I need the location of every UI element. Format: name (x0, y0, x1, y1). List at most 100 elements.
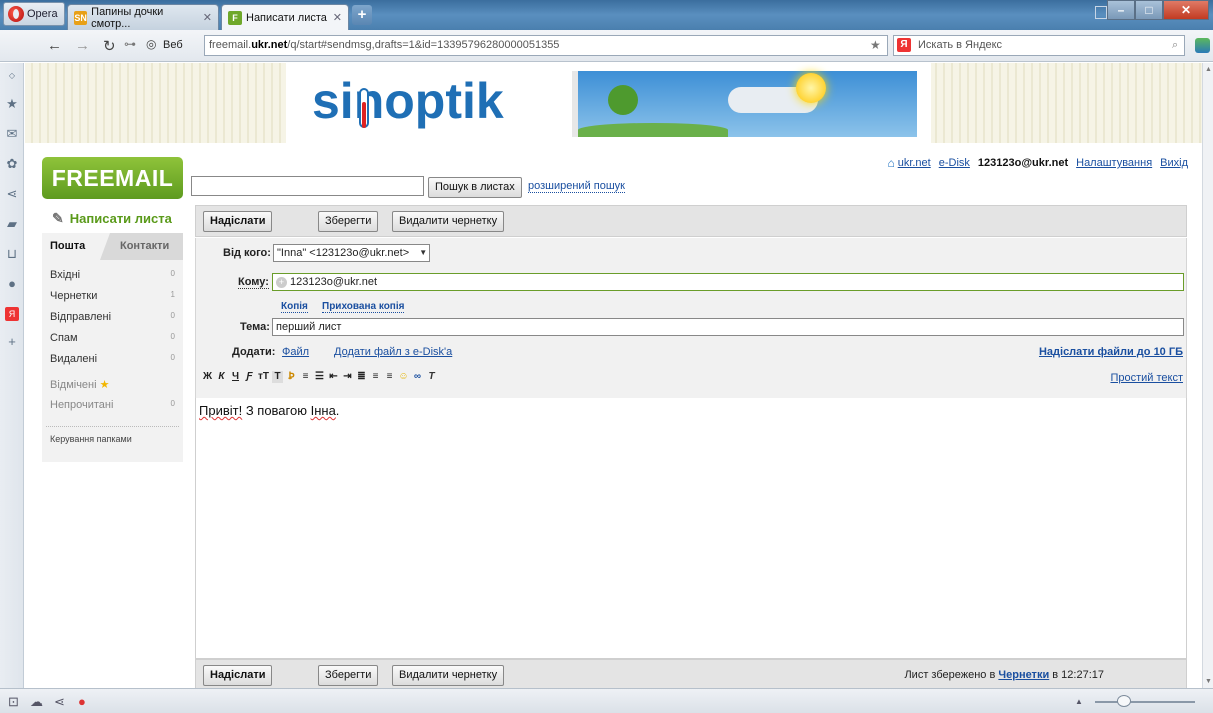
url-field[interactable]: freemail.ukr.net/q/start#sendmsg,drafts=… (204, 35, 888, 56)
folder-marked[interactable]: Відмічені ★ (42, 378, 183, 399)
bookmarks-star-icon[interactable]: ★ (5, 97, 19, 111)
clear-format-icon[interactable]: T (426, 371, 437, 383)
sinoptik-banner[interactable]: sinoptik (25, 63, 1202, 143)
bold-icon[interactable]: Ж (202, 371, 213, 383)
browser-tab-1[interactable]: SN Папины дочки смотр... ✕ (67, 4, 219, 30)
attach-edisk-link[interactable]: Додати файл з e-Disk'a (334, 346, 452, 358)
align-left-icon[interactable]: ≣ (356, 371, 367, 383)
delete-draft-button[interactable]: Видалити чернетку (392, 211, 505, 232)
mail-search-button[interactable]: Пошук в листах (428, 177, 522, 198)
home-link[interactable]: ukr.net (898, 157, 931, 169)
highlight-icon[interactable]: Ꝧ (286, 371, 297, 383)
advanced-search-link[interactable]: розширений пошук (528, 180, 625, 193)
manage-folders-link[interactable]: Керування папками (42, 427, 183, 451)
search-icon[interactable]: ⌕ (1172, 39, 1178, 52)
tab-contacts[interactable]: Контакти (100, 233, 183, 260)
ordered-list-icon[interactable]: ≡ (300, 371, 311, 383)
scroll-up-icon[interactable]: ▲ (1205, 66, 1212, 73)
reload-icon[interactable]: ↻ (103, 37, 116, 55)
zoom-arrow-icon[interactable]: ▲ (1075, 697, 1083, 706)
close-tab-icon[interactable]: ✕ (333, 11, 342, 24)
zoom-slider[interactable] (1095, 701, 1195, 703)
freemail-logo[interactable]: FREEMAIL (42, 157, 183, 199)
indent-icon[interactable]: ⇥ (342, 371, 353, 383)
history-clock-icon[interactable]: ● (5, 277, 19, 291)
opera-menu-button[interactable]: Opera (3, 2, 65, 26)
zoom-slider-knob[interactable] (1117, 695, 1131, 707)
to-field[interactable]: + 123123o@ukr.net (272, 273, 1184, 291)
panel-handle-icon[interactable]: ◇ (5, 69, 19, 83)
to-label[interactable]: Кому: (238, 276, 269, 289)
bcc-link[interactable]: Прихована копія (322, 301, 405, 313)
font-size-icon[interactable]: тT (258, 371, 269, 383)
notes-icon[interactable]: ▰ (5, 217, 19, 231)
close-tab-icon[interactable]: ✕ (203, 11, 212, 24)
align-right-icon[interactable]: ≡ (384, 371, 395, 383)
logout-link[interactable]: Вихід (1160, 157, 1188, 169)
forward-icon[interactable]: → (75, 37, 90, 54)
settings-gear-icon[interactable]: ✿ (5, 157, 19, 171)
text-color-icon[interactable]: T (272, 371, 283, 383)
link-icon[interactable]: ∞ (412, 371, 423, 383)
folder-sent[interactable]: Відправлені 0 (42, 311, 183, 332)
plain-text-link[interactable]: Простий текст (1110, 372, 1183, 384)
send-button-bottom[interactable]: Надіслати (203, 665, 273, 686)
upload-large-link[interactable]: Надіслати файли до 10 ГБ (1039, 346, 1183, 358)
tab-mail[interactable]: Пошта (42, 233, 100, 260)
unite-status-icon[interactable]: ⋖ (54, 694, 65, 710)
back-icon[interactable]: ← (47, 37, 62, 54)
font-icon[interactable]: Ƒ (244, 371, 255, 383)
edisk-link[interactable]: e-Disk (939, 157, 970, 169)
tab-favicon-icon: SN (74, 10, 88, 25)
from-select[interactable]: "Inna" <123123o@ukr.net> (273, 244, 431, 262)
underline-icon[interactable]: Ч (230, 371, 241, 383)
scroll-down-icon[interactable]: ▼ (1205, 678, 1212, 685)
close-window-button[interactable]: ✕ (1163, 0, 1209, 20)
align-center-icon[interactable]: ≡ (370, 371, 381, 383)
save-button[interactable]: Зберегти (318, 211, 379, 232)
new-tab-button[interactable]: + (352, 5, 372, 25)
opera-menu-label: Opera (27, 8, 58, 20)
cc-link[interactable]: Копія (281, 301, 308, 313)
maximize-button[interactable]: □ (1135, 0, 1163, 20)
search-engine-field[interactable]: Искать в Яндекс (893, 35, 1185, 56)
smiley-icon[interactable]: ☺ (398, 371, 409, 383)
save-button-bottom[interactable]: Зберегти (318, 665, 379, 686)
italic-icon[interactable]: К (216, 371, 227, 383)
home-icon[interactable]: ⌂ (887, 156, 894, 170)
settings-link[interactable]: Налаштування (1076, 157, 1152, 169)
folder-spam[interactable]: Спам 0 (42, 332, 183, 353)
browser-tab-2[interactable]: F Написати листа ✕ (221, 4, 349, 30)
compose-link[interactable]: ✎ Написати листа (52, 210, 172, 227)
folder-unread[interactable]: Непрочитані 0 (42, 399, 183, 420)
opera-link-icon[interactable]: ● (78, 694, 86, 709)
site-info-icon[interactable]: ◎ (146, 37, 156, 51)
page-scrollbar[interactable]: ▲ ▼ (1202, 63, 1213, 688)
delete-draft-button-bottom[interactable]: Видалити чернетку (392, 665, 505, 686)
yandex-panel-icon[interactable]: Я (5, 307, 19, 321)
folder-trash[interactable]: Видалені 0 (42, 353, 183, 374)
outdent-icon[interactable]: ⇤ (328, 371, 339, 383)
transfers-icon[interactable]: ⊔ (5, 247, 19, 261)
panel-toggle-icon[interactable]: ⊡ (8, 694, 19, 710)
add-contact-icon[interactable]: + (276, 276, 287, 288)
attach-file-link[interactable]: Файл (282, 346, 309, 358)
drafts-link[interactable]: Чернетки (998, 669, 1049, 681)
add-panel-icon[interactable]: + (5, 335, 19, 349)
mail-icon[interactable]: ✉ (5, 127, 19, 141)
send-button[interactable]: Надіслати (203, 211, 273, 232)
folder-drafts[interactable]: Чернетки 1 (42, 290, 183, 311)
yandex-icon[interactable]: Я (897, 38, 911, 52)
message-body-editor[interactable]: Привіт! З повагою Інна. (195, 398, 1187, 659)
turbo-icon[interactable]: ☁ (30, 694, 43, 710)
extension-icon[interactable] (1195, 38, 1210, 53)
mail-search-input[interactable] (191, 176, 424, 196)
trash-icon[interactable] (1095, 6, 1107, 19)
minimize-button[interactable]: – (1107, 0, 1135, 20)
bookmark-star-icon[interactable]: ★ (870, 38, 881, 52)
bullet-list-icon[interactable]: ☰ (314, 371, 325, 383)
unite-icon[interactable]: ⋖ (5, 187, 19, 201)
key-icon[interactable]: ⊶ (124, 37, 136, 51)
subject-field[interactable]: перший лист (272, 318, 1184, 336)
folder-inbox[interactable]: Вхідні 0 (42, 269, 183, 290)
